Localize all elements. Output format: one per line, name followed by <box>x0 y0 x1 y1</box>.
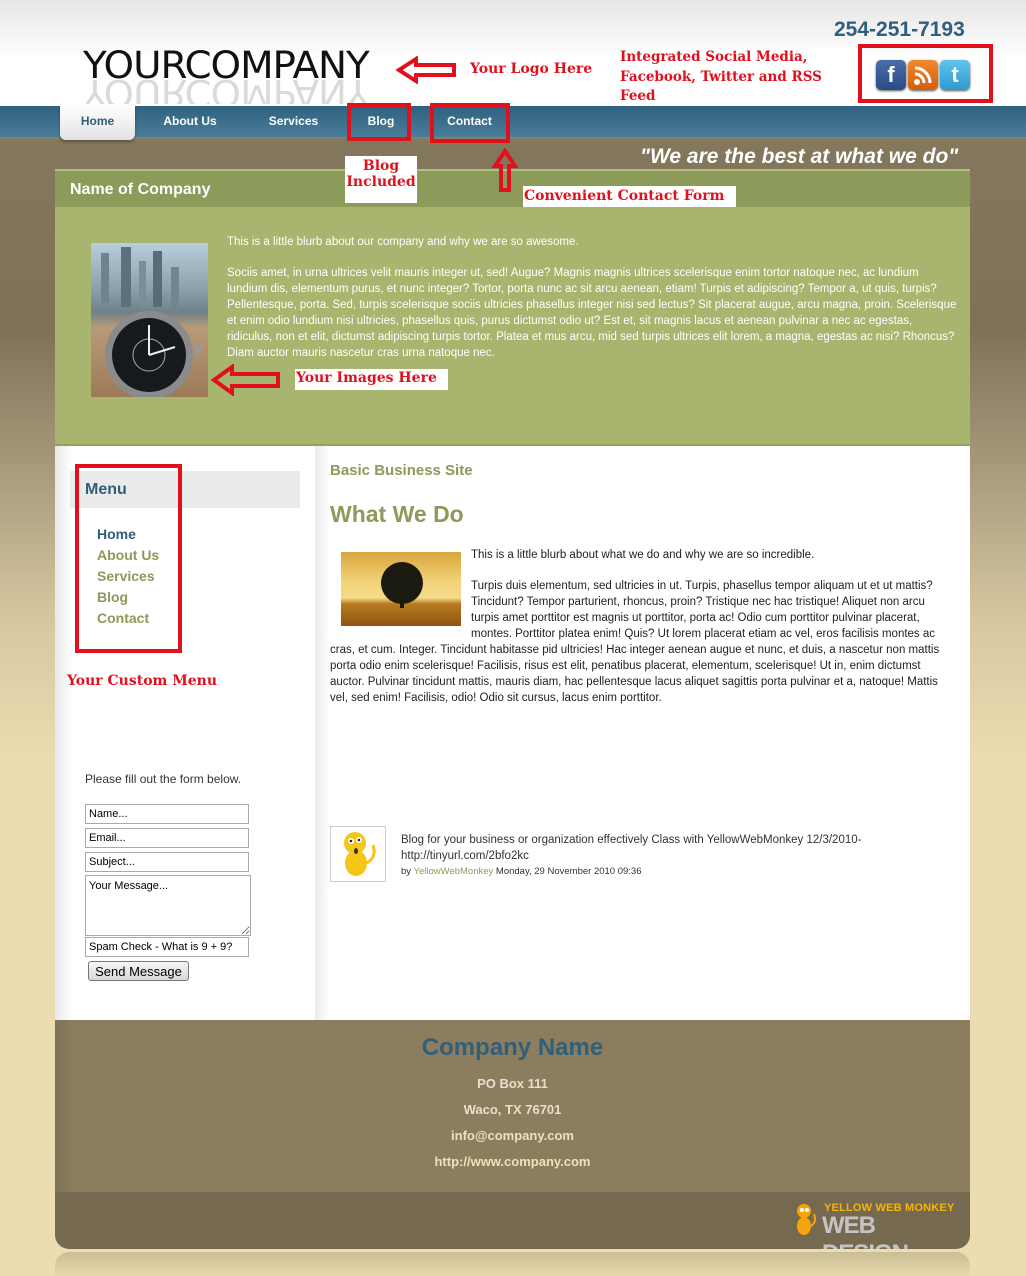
monkey-icon <box>797 1204 816 1235</box>
footer-city: Waco, TX 76701 <box>463 1102 562 1117</box>
rss-icon[interactable] <box>908 60 938 90</box>
main-navigation: Home About Us Services Blog Contact <box>0 106 1026 140</box>
credit-bottom-text: WEB DESIGN <box>822 1212 909 1249</box>
content-subtitle: Basic Business Site <box>330 462 473 479</box>
arrow-left-icon <box>210 364 280 396</box>
footer-bottom-bar: YELLOW WEB MONKEY WEB DESIGN <box>55 1192 970 1249</box>
annotation-box-menu <box>75 464 182 653</box>
nav-services[interactable]: Services <box>256 106 331 137</box>
blog-post: Blog for your business or organization e… <box>401 832 941 880</box>
blog-post-text[interactable]: Blog for your business or organization e… <box>401 832 941 864</box>
nav-home[interactable]: Home <box>60 106 135 140</box>
annotation-social: Integrated Social Media, Facebook, Twitt… <box>620 48 856 109</box>
content-title: What We Do <box>330 501 464 527</box>
email-input[interactable] <box>85 828 249 848</box>
footer: Company Name PO Box 111 Waco, TX 76701 i… <box>55 1020 970 1192</box>
annotation-box-blog <box>347 103 411 141</box>
footer-po-box: PO Box 111 <box>477 1076 548 1091</box>
logo-reflection: YOURCOMPANY <box>83 80 369 104</box>
name-input[interactable] <box>85 804 249 824</box>
main-content: Basic Business Site What We Do This is a… <box>315 446 970 1020</box>
annotation-blog: Blog Included <box>345 156 417 203</box>
arrow-left-icon <box>396 56 456 84</box>
yellow-web-monkey-credit[interactable]: YELLOW WEB MONKEY WEB DESIGN <box>792 1202 962 1249</box>
tagline: "We are the best at what we do" <box>640 145 959 168</box>
annotation-images: Your Images Here <box>295 369 448 390</box>
footer-company-name: Company Name <box>421 1034 604 1061</box>
watch-photo <box>91 243 208 397</box>
footer-website-link[interactable]: http://www.company.com <box>55 1154 970 1169</box>
hero-text: This is a little blurb about our company… <box>227 234 957 376</box>
spam-check-input[interactable] <box>85 937 249 957</box>
nav-about-us[interactable]: About Us <box>150 106 230 137</box>
message-textarea[interactable]: Your Message... <box>85 875 251 936</box>
blog-by: by <box>401 866 412 877</box>
social-icons-box: f t <box>858 44 993 103</box>
blog-avatar[interactable] <box>330 826 386 882</box>
blog-post-meta: by YellowWebMonkey Monday, 29 November 2… <box>401 864 941 880</box>
twitter-icon[interactable]: t <box>940 60 970 90</box>
annotation-logo: Your Logo Here <box>470 61 593 77</box>
main-container: Name of Company This is a little blurb a… <box>55 169 970 1249</box>
send-message-button[interactable]: Send Message <box>88 961 189 981</box>
hero-section: This is a little blurb about our company… <box>55 207 970 446</box>
content-text: This is a little blurb about what we do … <box>330 547 955 721</box>
form-intro: Please fill out the form below. <box>85 772 242 786</box>
annotation-menu: Your Custom Menu <box>67 673 218 689</box>
subject-input[interactable] <box>85 852 249 872</box>
blog-date: Monday, 29 November 2010 09:36 <box>495 866 642 877</box>
facebook-icon[interactable]: f <box>876 60 906 90</box>
footer-email-link[interactable]: info@company.com <box>55 1128 970 1143</box>
hero-body: Sociis amet, in urna ultrices velit maur… <box>227 267 957 359</box>
hero-intro: This is a little blurb about our company… <box>227 236 579 248</box>
annotation-box-contact <box>430 103 510 143</box>
arrow-up-icon <box>492 148 518 192</box>
container-reflection <box>55 1252 970 1276</box>
phone-number: 254-251-7193 <box>834 18 965 41</box>
company-name-heading: Name of Company <box>70 181 211 198</box>
annotation-contact: Convenient Contact Form <box>523 186 736 207</box>
blog-author-link[interactable]: YellowWebMonkey <box>414 866 494 877</box>
